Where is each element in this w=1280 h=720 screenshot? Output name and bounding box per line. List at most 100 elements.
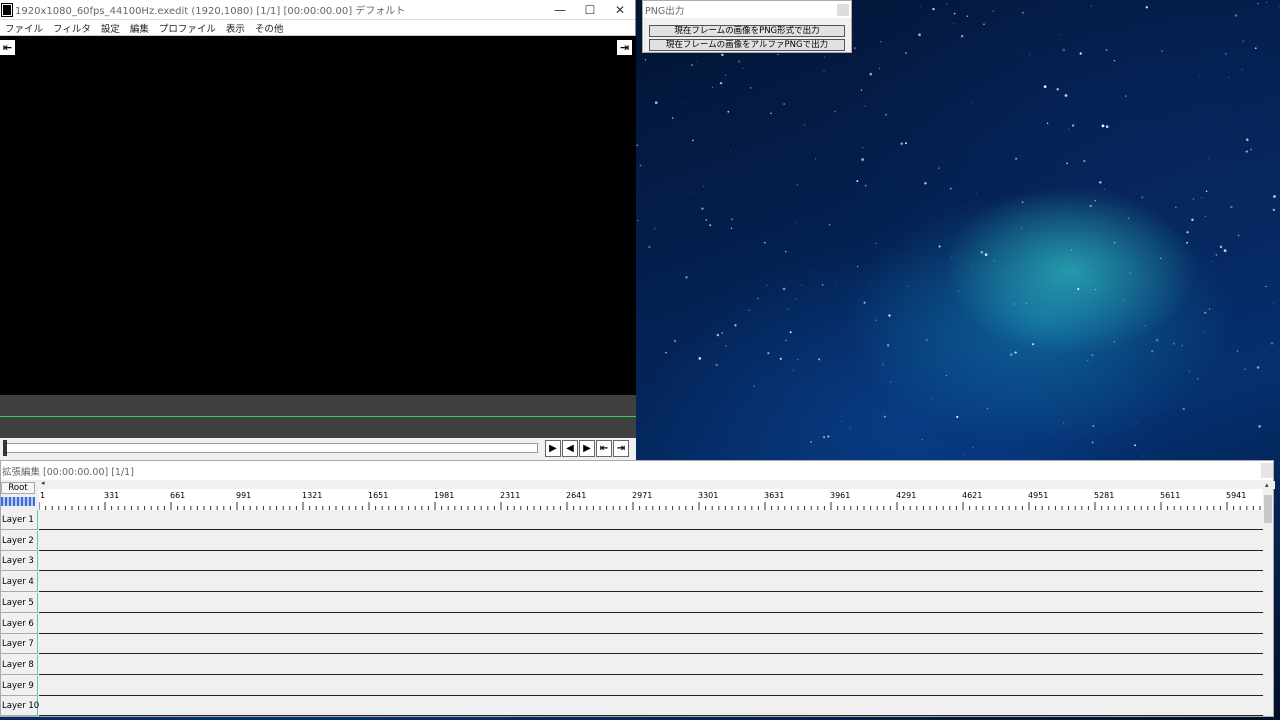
- star: [1134, 444, 1137, 447]
- layer-track[interactable]: [39, 654, 1265, 675]
- menu-edit[interactable]: 編集: [125, 21, 154, 35]
- play-icon[interactable]: ▶: [545, 440, 561, 457]
- star: [938, 167, 940, 169]
- star: [1148, 338, 1149, 339]
- horizontal-scrollbar[interactable]: ◂ ▸: [39, 479, 1275, 489]
- layer-track[interactable]: [39, 572, 1265, 593]
- star: [972, 446, 974, 448]
- vertical-scrollbar[interactable]: ▴: [1263, 481, 1273, 716]
- star: [932, 397, 933, 399]
- star: [1241, 68, 1243, 71]
- ruler-label: 1981: [434, 491, 455, 500]
- layer-label[interactable]: Layer 6: [1, 613, 38, 634]
- main-titlebar[interactable]: 1920x1080_60fps_44100Hz.exedit (1920,108…: [0, 0, 635, 20]
- star: [1094, 289, 1096, 291]
- star: [1245, 150, 1248, 153]
- star: [783, 103, 785, 105]
- layer-label[interactable]: Layer 7: [1, 634, 38, 655]
- close-icon[interactable]: ✕: [605, 0, 635, 20]
- ruler-label: 4951: [1028, 491, 1049, 500]
- star: [904, 142, 908, 145]
- star: [691, 64, 693, 66]
- star: [1204, 215, 1206, 218]
- layer-track[interactable]: [39, 696, 1265, 717]
- prev-frame-icon[interactable]: ◀: [562, 440, 578, 457]
- time-ruler[interactable]: 1 331 661 991 1321 1651 1981 2311 2641 2971 3301 36…: [39, 489, 1265, 510]
- layer-track[interactable]: [39, 551, 1265, 572]
- layer-track[interactable]: [39, 634, 1265, 655]
- maximize-icon[interactable]: ☐: [575, 0, 605, 20]
- star: [918, 33, 921, 37]
- prev-edge-icon[interactable]: ⇤: [0, 40, 15, 55]
- star: [1113, 60, 1116, 62]
- star: [1059, 33, 1061, 35]
- next-frame-icon[interactable]: ▶: [579, 440, 595, 457]
- export-alpha-png-button[interactable]: 現在フレームの画像をアルファPNGで出力: [649, 39, 845, 51]
- star: [882, 364, 884, 366]
- star: [1181, 344, 1184, 347]
- png-close-icon[interactable]: [837, 3, 849, 16]
- star: [1228, 76, 1230, 78]
- menu-view[interactable]: 表示: [221, 21, 250, 35]
- extended-edit-window: 拡張編集 [00:00:00.00] [1/1] Root ◂ ▸ 1 331 66…: [0, 460, 1275, 717]
- star: [1234, 14, 1238, 17]
- menu-other[interactable]: その他: [250, 21, 289, 35]
- star: [748, 309, 750, 311]
- menu-settings[interactable]: 設定: [96, 21, 125, 35]
- vertical-scroll-thumb[interactable]: [1264, 495, 1272, 523]
- ext-titlebar[interactable]: 拡張編集 [00:00:00.00] [1/1]: [1, 461, 1273, 480]
- star: [709, 224, 712, 227]
- star: [1129, 272, 1131, 274]
- star: [926, 339, 928, 341]
- scroll-up-icon[interactable]: ▴: [1265, 481, 1269, 489]
- export-png-button[interactable]: 現在フレームの画像をPNG形式で出力: [649, 25, 845, 37]
- layer-label[interactable]: Layer 5: [1, 592, 38, 613]
- menu-filter[interactable]: フィルタ: [48, 21, 96, 35]
- layer-track[interactable]: [39, 675, 1265, 696]
- star: [1254, 47, 1257, 50]
- minimize-icon[interactable]: —: [545, 0, 575, 20]
- next-edge-icon[interactable]: ⇥: [617, 40, 632, 55]
- star: [953, 23, 955, 25]
- layer-track[interactable]: [39, 510, 1265, 530]
- timeline-zoom-bar[interactable]: [1, 497, 35, 506]
- star: [1002, 84, 1003, 86]
- seek-thumb[interactable]: [3, 440, 7, 456]
- layer-label[interactable]: Layer 8: [1, 654, 38, 675]
- menu-profile[interactable]: プロファイル: [154, 21, 221, 35]
- star: [1091, 441, 1094, 444]
- star: [869, 282, 870, 284]
- star: [963, 454, 965, 455]
- scroll-left-icon[interactable]: ◂: [41, 479, 45, 487]
- layer-track[interactable]: [39, 613, 1265, 634]
- ext-corner-button[interactable]: [1261, 463, 1273, 478]
- star: [883, 415, 886, 418]
- goto-start-icon[interactable]: ⇤: [596, 440, 612, 457]
- star: [984, 253, 988, 256]
- layer-label[interactable]: Layer 3: [1, 551, 38, 572]
- window-title: 1920x1080_60fps_44100Hz.exedit (1920,108…: [15, 6, 406, 17]
- star: [1236, 350, 1239, 352]
- layer-track[interactable]: [39, 592, 1265, 613]
- star: [863, 301, 866, 304]
- seek-slider[interactable]: [4, 443, 538, 453]
- star: [730, 150, 732, 152]
- root-scene-button[interactable]: Root: [1, 482, 35, 494]
- png-titlebar[interactable]: PNG出力: [643, 1, 851, 18]
- menu-file[interactable]: ファイル: [0, 21, 48, 35]
- layer-label[interactable]: Layer 9: [1, 675, 38, 696]
- layer-label[interactable]: Layer 4: [1, 572, 38, 593]
- star: [1211, 261, 1213, 262]
- star: [958, 290, 960, 292]
- layer-label[interactable]: Layer 2: [1, 530, 38, 551]
- ext-window-title: 拡張編集 [00:00:00.00] [1/1]: [2, 466, 134, 478]
- layer-label[interactable]: Layer 10: [1, 696, 39, 717]
- star: [727, 110, 730, 113]
- goto-end-icon[interactable]: ⇥: [613, 440, 629, 457]
- star: [1062, 48, 1066, 52]
- layer-track[interactable]: [39, 530, 1265, 551]
- seekbar-row: ▶ ◀ ▶ ⇤ ⇥: [0, 438, 636, 460]
- ruler-label: 5611: [1160, 491, 1181, 500]
- layer-label[interactable]: Layer 1: [1, 510, 38, 530]
- star: [1066, 162, 1068, 165]
